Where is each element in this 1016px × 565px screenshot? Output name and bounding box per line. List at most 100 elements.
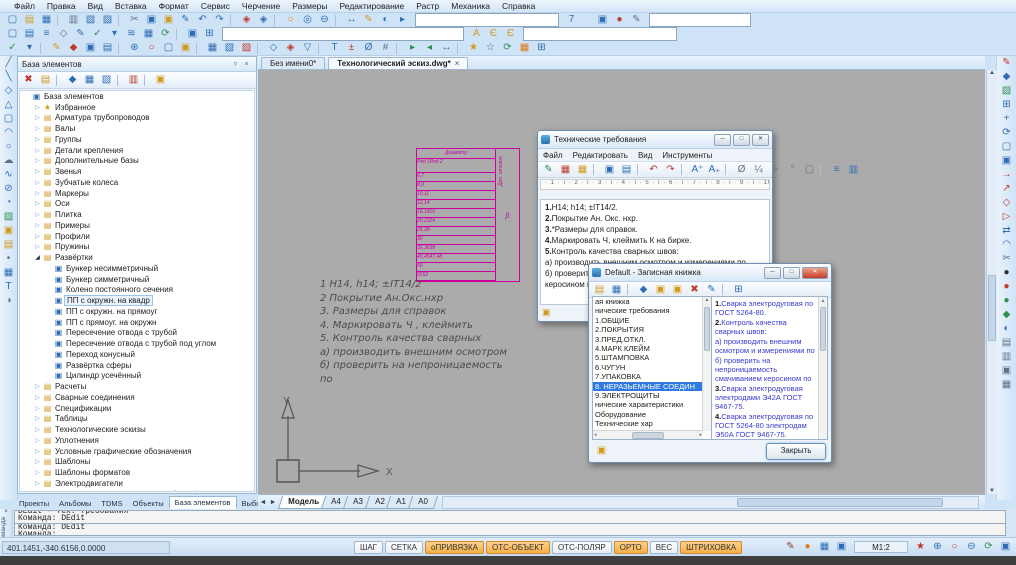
cone-icon[interactable]: ◆ xyxy=(999,309,1014,321)
box-icon[interactable]: ▢ xyxy=(999,141,1014,153)
taper-icon[interactable]: ▷ xyxy=(999,211,1014,223)
tree-item[interactable]: ▷▤Уплотнения xyxy=(20,435,254,446)
tab-scroll-left-icon[interactable]: ◄ xyxy=(258,499,268,506)
close-button[interactable]: ✕ xyxy=(752,134,769,146)
grid2-icon[interactable]: ⊞ xyxy=(999,99,1014,111)
clip-icon[interactable]: ✎ xyxy=(629,14,644,26)
table-icon[interactable]: ⊞ xyxy=(731,284,746,296)
help-note-icon[interactable]: ▣ xyxy=(594,445,609,457)
send-icon[interactable]: ◆ xyxy=(636,284,651,296)
notebook-section-item[interactable]: Оборудование xyxy=(593,410,711,419)
redo-icon[interactable]: ↷ xyxy=(663,164,678,176)
menu-item-7[interactable]: Черчение xyxy=(236,1,286,11)
notebook-text-area[interactable]: ▲ 1.Сварка электродуговая по ГОСТ 5264-8… xyxy=(712,296,828,440)
collapsed-arrow-icon[interactable]: ▷ xyxy=(33,168,42,175)
rect-tool-icon[interactable]: ▢ xyxy=(161,42,176,54)
hatch3-icon[interactable]: ▨ xyxy=(239,42,254,54)
diameter-icon[interactable]: Ø xyxy=(734,164,749,176)
table-yellow-icon[interactable]: ▦ xyxy=(575,164,590,176)
tree-item[interactable]: ▷▤Маркеры xyxy=(20,188,254,199)
panel-tab-4[interactable]: Объекты xyxy=(128,498,169,509)
notebook-section-list[interactable]: ая книжканические требования1.ОБЩИЕ2.ПОК… xyxy=(592,296,712,440)
tree-item[interactable]: ▷▤Условные графические обозначения xyxy=(20,446,254,457)
tree-item[interactable]: ▷▤Арматура трубопроводов xyxy=(20,113,254,124)
undo-icon[interactable]: ↶ xyxy=(646,164,661,176)
notebook-section-item[interactable]: нические характеристики xyxy=(593,400,711,409)
scale-indicator[interactable]: М1:2 xyxy=(854,541,908,553)
mtext-icon[interactable]: T xyxy=(1,281,16,293)
collapsed-arrow-icon[interactable]: ▷ xyxy=(33,383,42,390)
command-prompt[interactable]: Команда: DEditКоманда: xyxy=(14,524,1006,536)
format-brush-icon[interactable]: ✎ xyxy=(178,14,193,26)
measure-icon[interactable]: ↔ xyxy=(344,14,359,26)
publish-icon[interactable]: ▨ xyxy=(100,14,115,26)
collapsed-arrow-icon[interactable]: ▷ xyxy=(33,200,42,207)
osnap-icon[interactable]: ◇ xyxy=(56,28,71,40)
layer-lock-icon[interactable]: А xyxy=(469,28,484,40)
zoom-window-icon[interactable]: ○ xyxy=(947,541,962,553)
notebook-section-item[interactable]: 2.ПОКРЫТИЯ xyxy=(593,325,711,334)
panel-tab-2[interactable]: Альбомы xyxy=(54,498,96,509)
flag-icon[interactable]: ▸ xyxy=(395,14,410,26)
note-add-icon[interactable]: ▣ xyxy=(653,284,668,296)
tree-item[interactable]: ▣База элементов xyxy=(20,91,254,102)
pan-icon[interactable]: ★ xyxy=(913,541,928,553)
degree-icon[interactable]: ° xyxy=(785,164,800,176)
block-icon[interactable]: ▣ xyxy=(595,14,610,26)
record-status-icon[interactable]: ● xyxy=(800,541,815,553)
rotate-icon[interactable]: ⟳ xyxy=(999,127,1014,139)
folder-icon[interactable]: ▤ xyxy=(38,74,53,86)
refresh-icon[interactable]: ⟳ xyxy=(158,28,173,40)
fav-icon[interactable]: ★ xyxy=(466,42,481,54)
layer-off-icon[interactable]: Є xyxy=(503,28,518,40)
style-select-input[interactable] xyxy=(523,27,677,41)
status-toggle-шаг[interactable]: ШАГ xyxy=(354,541,383,554)
cell-icon[interactable]: ▢ xyxy=(802,164,817,176)
notebook-section-item[interactable]: 3.ПРЕД.ОТКЛ. xyxy=(593,335,711,344)
triangle-icon[interactable]: △ xyxy=(1,99,16,111)
paste-icon[interactable]: ▤ xyxy=(619,164,634,176)
cloud-icon[interactable]: ☁ xyxy=(1,155,16,167)
paste-icon[interactable]: ▣ xyxy=(161,14,176,26)
zoom-dynamic-icon[interactable]: ◎ xyxy=(300,14,315,26)
open-icon[interactable]: ▤ xyxy=(592,284,607,296)
dropdown-icon[interactable]: ▾ xyxy=(107,28,122,40)
menu-item-9[interactable]: Редактирование xyxy=(334,1,411,11)
dialog-titlebar[interactable]: Технические требования ─ □ ✕ xyxy=(538,131,772,149)
tree-item[interactable]: ▷▤Детали крепления xyxy=(20,145,254,156)
quick-command-input[interactable] xyxy=(415,13,559,27)
expanded-arrow-icon[interactable]: ◢ xyxy=(33,254,42,261)
subscript-icon[interactable]: A₊ xyxy=(707,164,722,176)
spline-icon[interactable]: ∿ xyxy=(1,169,16,181)
cut-icon[interactable]: ✂ xyxy=(127,14,142,26)
collapsed-arrow-icon[interactable]: ▷ xyxy=(33,136,42,143)
circle-tool-icon[interactable]: ○ xyxy=(144,42,159,54)
table-icon[interactable]: ▤ xyxy=(22,28,37,40)
card-icon[interactable]: ▧ xyxy=(99,74,114,86)
swap-icon[interactable]: ⇄ xyxy=(999,225,1014,237)
document-tab-1[interactable]: Без имени0* xyxy=(261,57,325,69)
tree-item[interactable]: ▷▤Оси xyxy=(20,199,254,210)
revision-icon[interactable]: ◑ xyxy=(1,295,16,307)
menu-item-4[interactable]: Вставка xyxy=(109,1,153,11)
document-tab-2[interactable]: Технологический эскиз.dwg*× xyxy=(328,57,468,69)
list-icon[interactable]: ▾ xyxy=(22,42,37,54)
collapsed-arrow-icon[interactable]: ▷ xyxy=(33,190,42,197)
tree-item[interactable]: ▣Развёртка сферы xyxy=(20,360,254,371)
zoom-in-icon[interactable]: ⊕ xyxy=(930,541,945,553)
tree-item[interactable]: ▣Переход конусный xyxy=(20,349,254,360)
zoom-out-icon[interactable]: ⊖ xyxy=(317,14,332,26)
menu-item-2[interactable]: Правка xyxy=(41,1,82,11)
collapsed-arrow-icon[interactable]: ▷ xyxy=(33,125,42,132)
rect-icon[interactable]: ▢ xyxy=(1,113,16,125)
layers-icon[interactable]: ≡ xyxy=(39,28,54,40)
offset-icon[interactable]: → xyxy=(999,169,1014,181)
collapsed-arrow-icon[interactable]: ▷ xyxy=(33,415,42,422)
chamfer-icon[interactable]: ◇ xyxy=(999,197,1014,209)
mesh-icon[interactable]: ▨ xyxy=(999,85,1014,97)
collapsed-arrow-icon[interactable]: ▷ xyxy=(33,211,42,218)
sphere-black-icon[interactable]: ● xyxy=(999,267,1014,279)
superscript-icon[interactable]: A⁺ xyxy=(690,164,705,176)
list-vertical-scrollbar[interactable]: ▲ xyxy=(702,297,711,431)
frame-icon[interactable]: ▤ xyxy=(1,239,16,251)
